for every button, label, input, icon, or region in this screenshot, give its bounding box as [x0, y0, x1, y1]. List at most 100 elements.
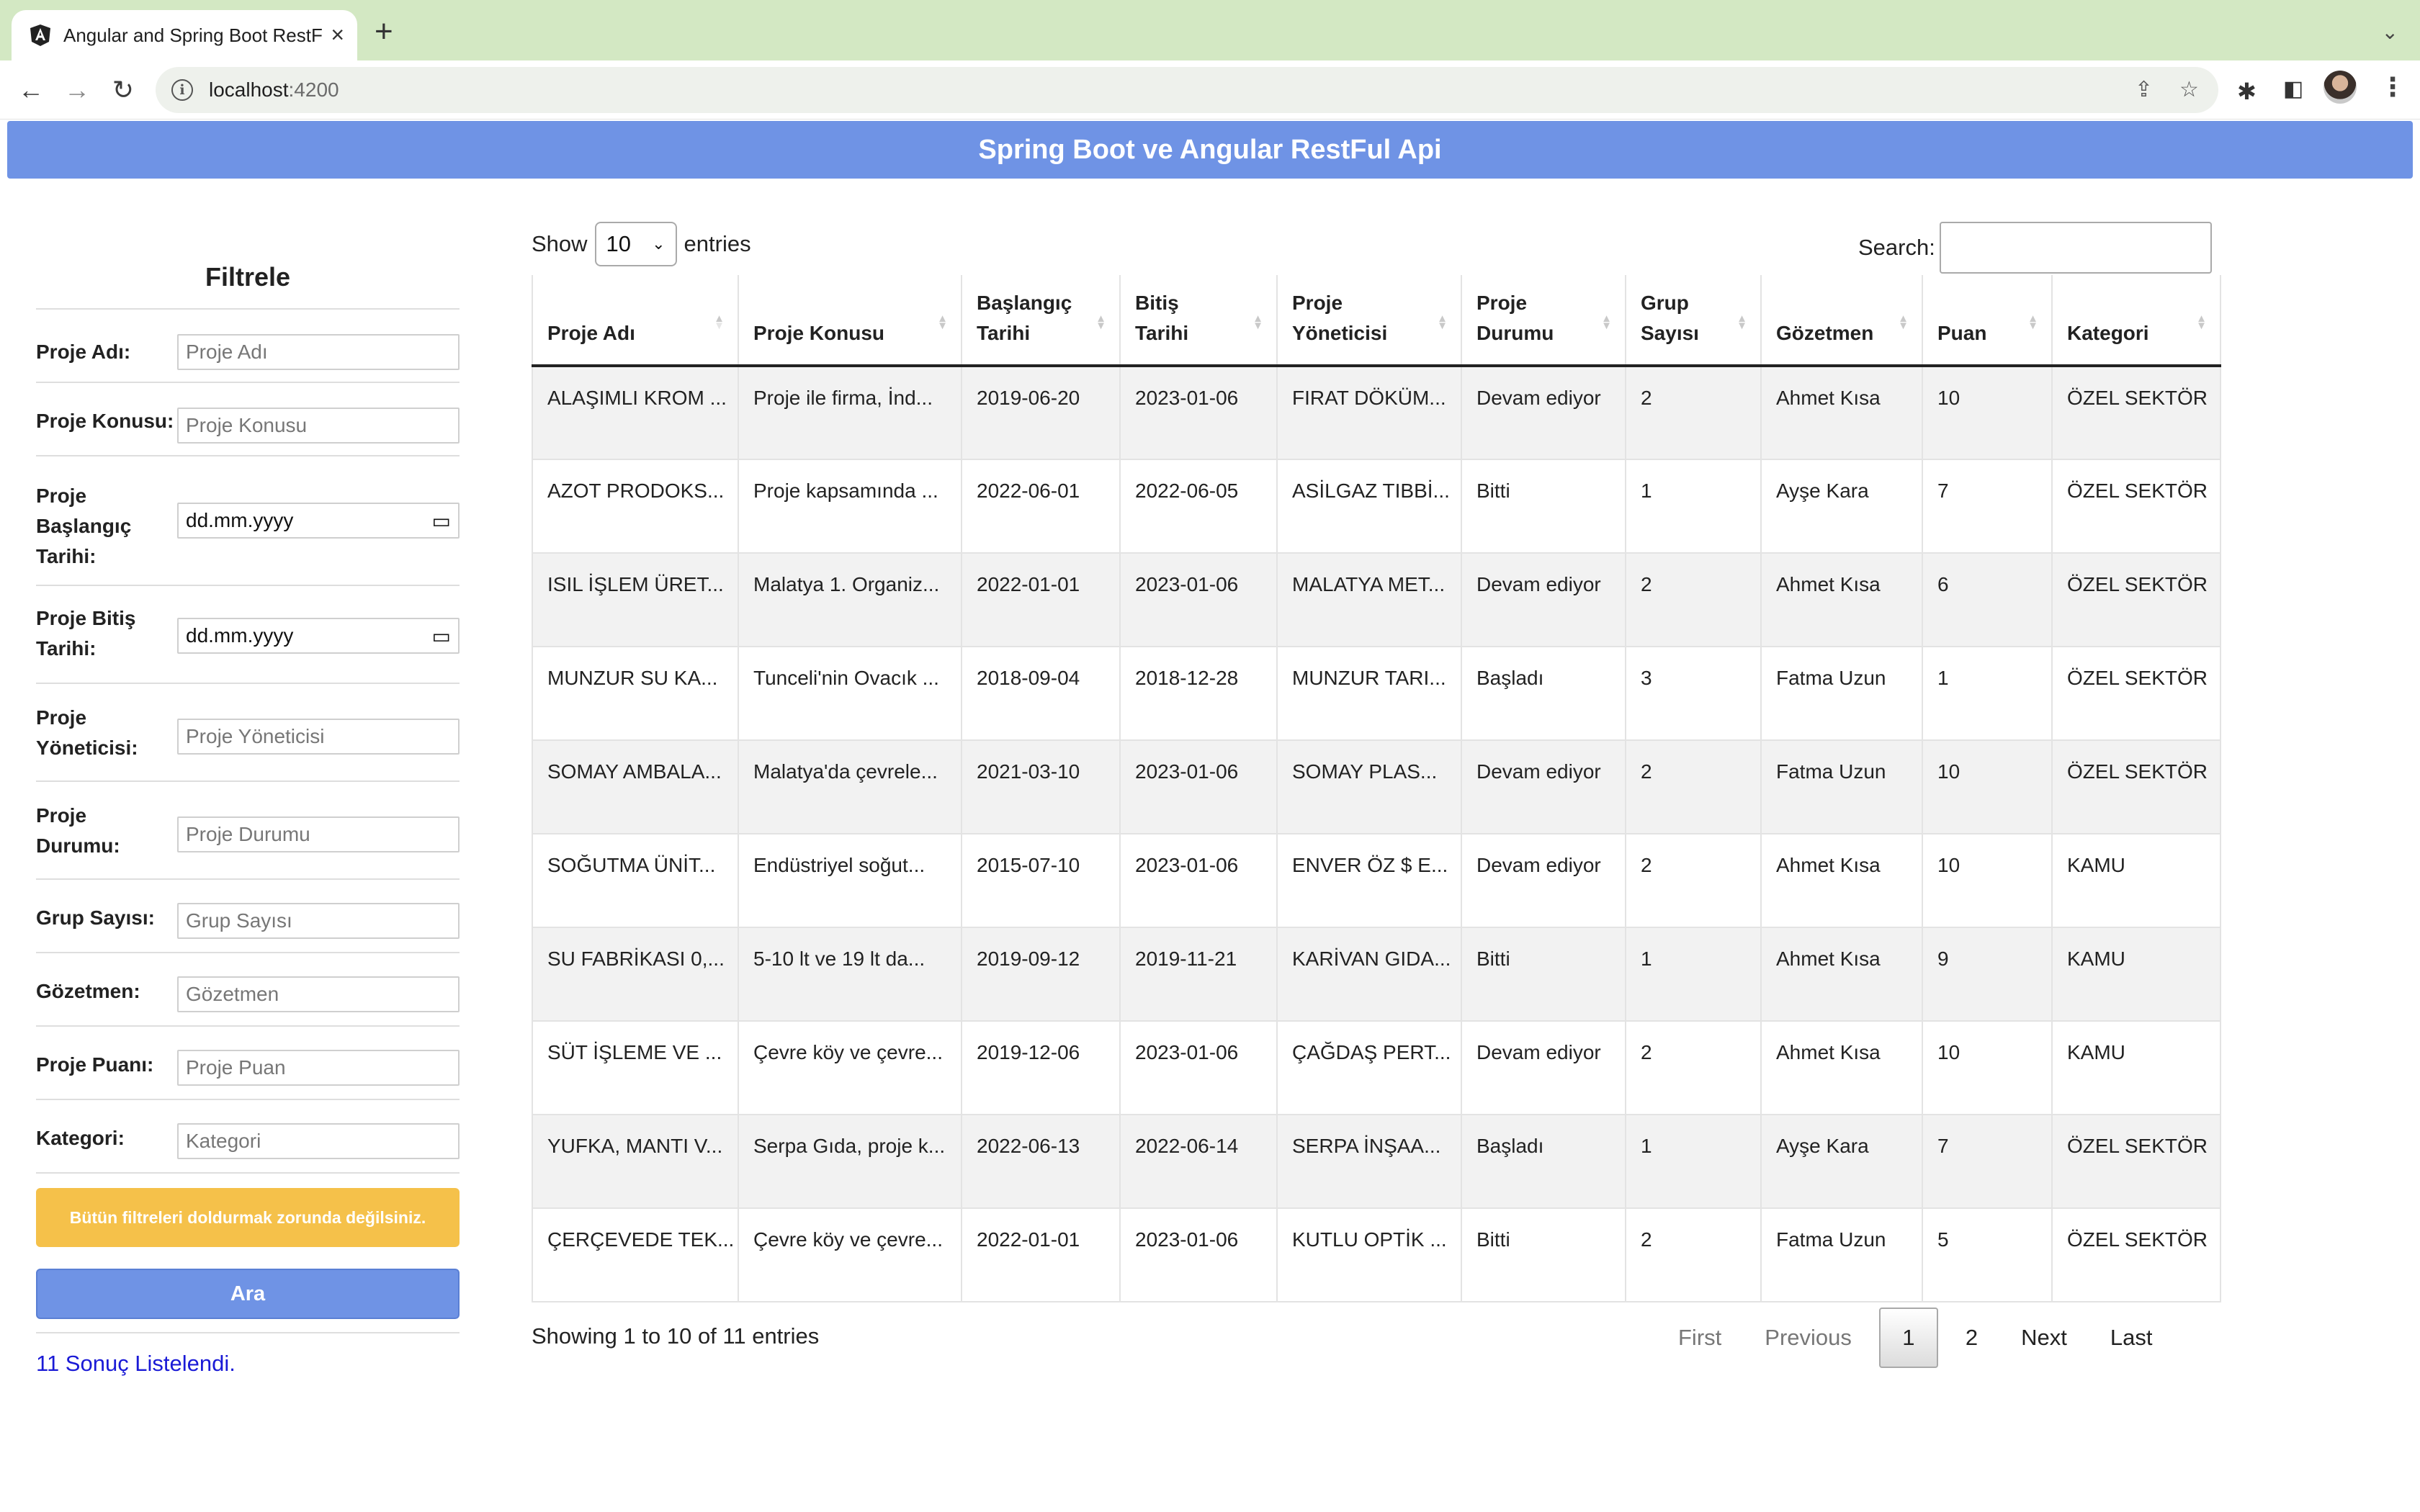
table-cell: 2021-03-10 — [962, 740, 1121, 834]
filter-row-proje-puani: Proje Puanı: Proje Puan — [36, 1027, 460, 1100]
table-cell: Ahmet Kısa — [1761, 927, 1923, 1022]
chevron-down-icon[interactable]: ⌄ — [2382, 20, 2398, 44]
table-cell: 2 — [1626, 1021, 1762, 1115]
column-header-proje-konusu[interactable]: Proje Konusu ▲ ▼ — [738, 275, 962, 367]
table-row[interactable]: YUFKA, MANTI V... Serpa Gıda, proje k... 2… — [532, 1115, 2221, 1209]
filter-panel: Filtrele Proje Adı: Proje Adı Proje Konu… — [36, 252, 460, 1376]
column-header-proje-adi[interactable]: Proje Adı ▲ ▼ — [532, 275, 739, 367]
page-title: Spring Boot ve Angular RestFul Api — [978, 134, 1442, 165]
table-row[interactable]: ALAŞIMLI KROM ... Proje ile firma, İnd...… — [532, 366, 2221, 460]
table-row[interactable]: SOMAY AMBALA... Malatya'da çevrele... 2021… — [532, 740, 2221, 834]
table-cell: 2 — [1626, 834, 1762, 928]
table-cell: Devam ediyor — [1461, 834, 1626, 928]
address-bar[interactable]: i localhost :4200 ⇪ ☆ — [156, 67, 2218, 113]
pagination-first[interactable]: First — [1657, 1308, 1743, 1368]
table-cell: 5 — [1922, 1208, 2053, 1302]
table-cell: 1 — [1922, 647, 2053, 741]
table-cell: Başladı — [1461, 1115, 1626, 1209]
browser-toolbar: ← → ↻ i localhost :4200 ⇪ ☆ ✱ ◧ — [0, 60, 2420, 120]
column-header-bitis-tarihi[interactable]: Bitiş Tarihi ▲ ▼ — [1120, 275, 1278, 367]
kebab-menu-icon[interactable]: ⋮ — [2380, 72, 2406, 102]
date-value: dd.mm.yyyy — [186, 509, 294, 531]
share-icon[interactable]: ⇪ — [2135, 77, 2153, 102]
grup-sayisi-input[interactable]: Grup Sayısı — [177, 903, 460, 939]
forward-icon[interactable]: → — [59, 72, 95, 108]
table-cell: Ahmet Kısa — [1761, 553, 1923, 647]
table-cell: 2022-06-05 — [1120, 459, 1278, 554]
column-header-gozetmen[interactable]: Gözetmen ▲ ▼ — [1761, 275, 1923, 367]
plus-icon[interactable]: + — [375, 16, 393, 48]
table-row[interactable]: SÜT İŞLEME VE ... Çevre köy ve çevre... 20… — [532, 1021, 2221, 1115]
page-length-select[interactable]: 10 ⌄ — [594, 222, 677, 266]
table-cell: Devam ediyor — [1461, 366, 1626, 460]
table-cell: Devam ediyor — [1461, 1021, 1626, 1115]
calendar-icon[interactable]: ▭ — [432, 624, 451, 648]
column-header-puan[interactable]: Puan ▲ ▼ — [1922, 275, 2053, 367]
tab-title: Angular and Spring Boot RestF — [63, 24, 323, 46]
table-cell: SOMAY PLAS... — [1277, 740, 1462, 834]
table-cell: ALAŞIMLI KROM ... — [532, 366, 739, 460]
table-cell: ÖZEL SEKTÖR — [2052, 553, 2221, 647]
filter-row-proje-adi: Proje Adı: Proje Adı — [36, 310, 460, 383]
table-cell: 2023-01-06 — [1120, 1208, 1278, 1302]
table-row[interactable]: SU FABRİKASI 0,... 5-10 lt ve 19 lt da...… — [532, 927, 2221, 1022]
table-row[interactable]: AZOT PRODOKS... Proje kapsamında ... 2022-… — [532, 459, 2221, 554]
proje-durumu-input[interactable]: Proje Durumu — [177, 816, 460, 852]
star-icon[interactable]: ☆ — [2179, 77, 2199, 102]
back-icon[interactable]: ← — [13, 72, 49, 108]
column-header-grup-sayisi[interactable]: Grup Sayısı ▲ ▼ — [1626, 275, 1762, 367]
sidebar-icon[interactable]: ◧ — [2283, 76, 2303, 102]
entries-label: entries — [684, 231, 751, 256]
pagination-page-1[interactable]: 1 — [1878, 1308, 1938, 1368]
browser-tab[interactable]: Angular and Spring Boot RestF × — [12, 10, 357, 60]
table-row[interactable]: ISIL İŞLEM ÜRET... Malatya 1. Organiz... 2… — [532, 553, 2221, 647]
column-header-proje-yoneticisi[interactable]: Proje Yöneticisi ▲ ▼ — [1277, 275, 1462, 367]
table-cell: 7 — [1922, 459, 2053, 554]
table-cell: Bitti — [1461, 927, 1626, 1022]
table-cell: 10 — [1922, 1021, 2053, 1115]
baslangic-tarihi-input[interactable]: dd.mm.yyyy ▭ — [177, 503, 460, 539]
table-cell: SERPA İNŞAA... — [1277, 1115, 1462, 1209]
pagination-previous[interactable]: Previous — [1743, 1308, 1873, 1368]
table-row[interactable]: MUNZUR SU KA... Tunceli'nin Ovacık ... 201… — [532, 647, 2221, 741]
puzzle-icon[interactable]: ✱ — [2237, 78, 2257, 105]
pagination-next[interactable]: Next — [1999, 1308, 2089, 1368]
table-cell: 2022-06-01 — [962, 459, 1121, 554]
table-cell: Serpa Gıda, proje k... — [738, 1115, 962, 1209]
close-icon[interactable]: × — [331, 23, 344, 46]
pagination-page-2[interactable]: 2 — [1944, 1308, 1999, 1368]
table-cell: ÖZEL SEKTÖR — [2052, 647, 2221, 741]
pagination-last[interactable]: Last — [2089, 1308, 2174, 1368]
proje-adi-input[interactable]: Proje Adı — [177, 334, 460, 370]
divider — [36, 1332, 460, 1333]
table-cell: FIRAT DÖKÜM... — [1277, 366, 1462, 460]
calendar-icon[interactable]: ▭ — [432, 509, 451, 533]
reload-icon[interactable]: ↻ — [105, 72, 141, 108]
table-cell: 1 — [1626, 459, 1762, 554]
table-row[interactable]: SOĞUTMA ÜNİT... Endüstriyel soğut... 2015-… — [532, 834, 2221, 928]
gozetmen-input[interactable]: Gözetmen — [177, 976, 460, 1012]
table-cell: Proje kapsamında ... — [738, 459, 962, 554]
url-host: localhost — [209, 78, 289, 101]
bitis-tarihi-input[interactable]: dd.mm.yyyy ▭ — [177, 618, 460, 654]
table-cell: SÜT İŞLEME VE ... — [532, 1021, 739, 1115]
filter-warning-alert: Bütün filtreleri doldurmak zorunda değil… — [36, 1188, 460, 1247]
avatar[interactable] — [2323, 71, 2357, 104]
proje-yoneticisi-input[interactable]: Proje Yöneticisi — [177, 719, 460, 755]
filter-row-proje-konusu: Proje Konusu: Proje Konusu — [36, 383, 460, 456]
table-cell: ÖZEL SEKTÖR — [2052, 740, 2221, 834]
search-button[interactable]: Ara — [36, 1269, 460, 1319]
column-header-baslangic-tarihi[interactable]: Başlangıç Tarihi ▲ ▼ — [962, 275, 1121, 367]
kategori-input[interactable]: Kategori — [177, 1123, 460, 1159]
table-row[interactable]: ÇERÇEVEDE TEK... Çevre köy ve çevre... 202… — [532, 1208, 2221, 1302]
table-cell: 2023-01-06 — [1120, 740, 1278, 834]
sort-icon: ▲ ▼ — [1898, 312, 1909, 332]
proje-puani-input[interactable]: Proje Puan — [177, 1050, 460, 1086]
info-icon[interactable]: i — [171, 79, 193, 101]
table-cell: 2022-01-01 — [962, 1208, 1121, 1302]
column-header-proje-durumu[interactable]: Proje Durumu ▲ ▼ — [1461, 275, 1626, 367]
proje-konusu-input[interactable]: Proje Konusu — [177, 408, 460, 444]
column-header-kategori[interactable]: Kategori ▲ ▼ — [2052, 275, 2221, 367]
search-input[interactable] — [1939, 222, 2212, 274]
table-cell: Malatya'da çevrele... — [738, 740, 962, 834]
